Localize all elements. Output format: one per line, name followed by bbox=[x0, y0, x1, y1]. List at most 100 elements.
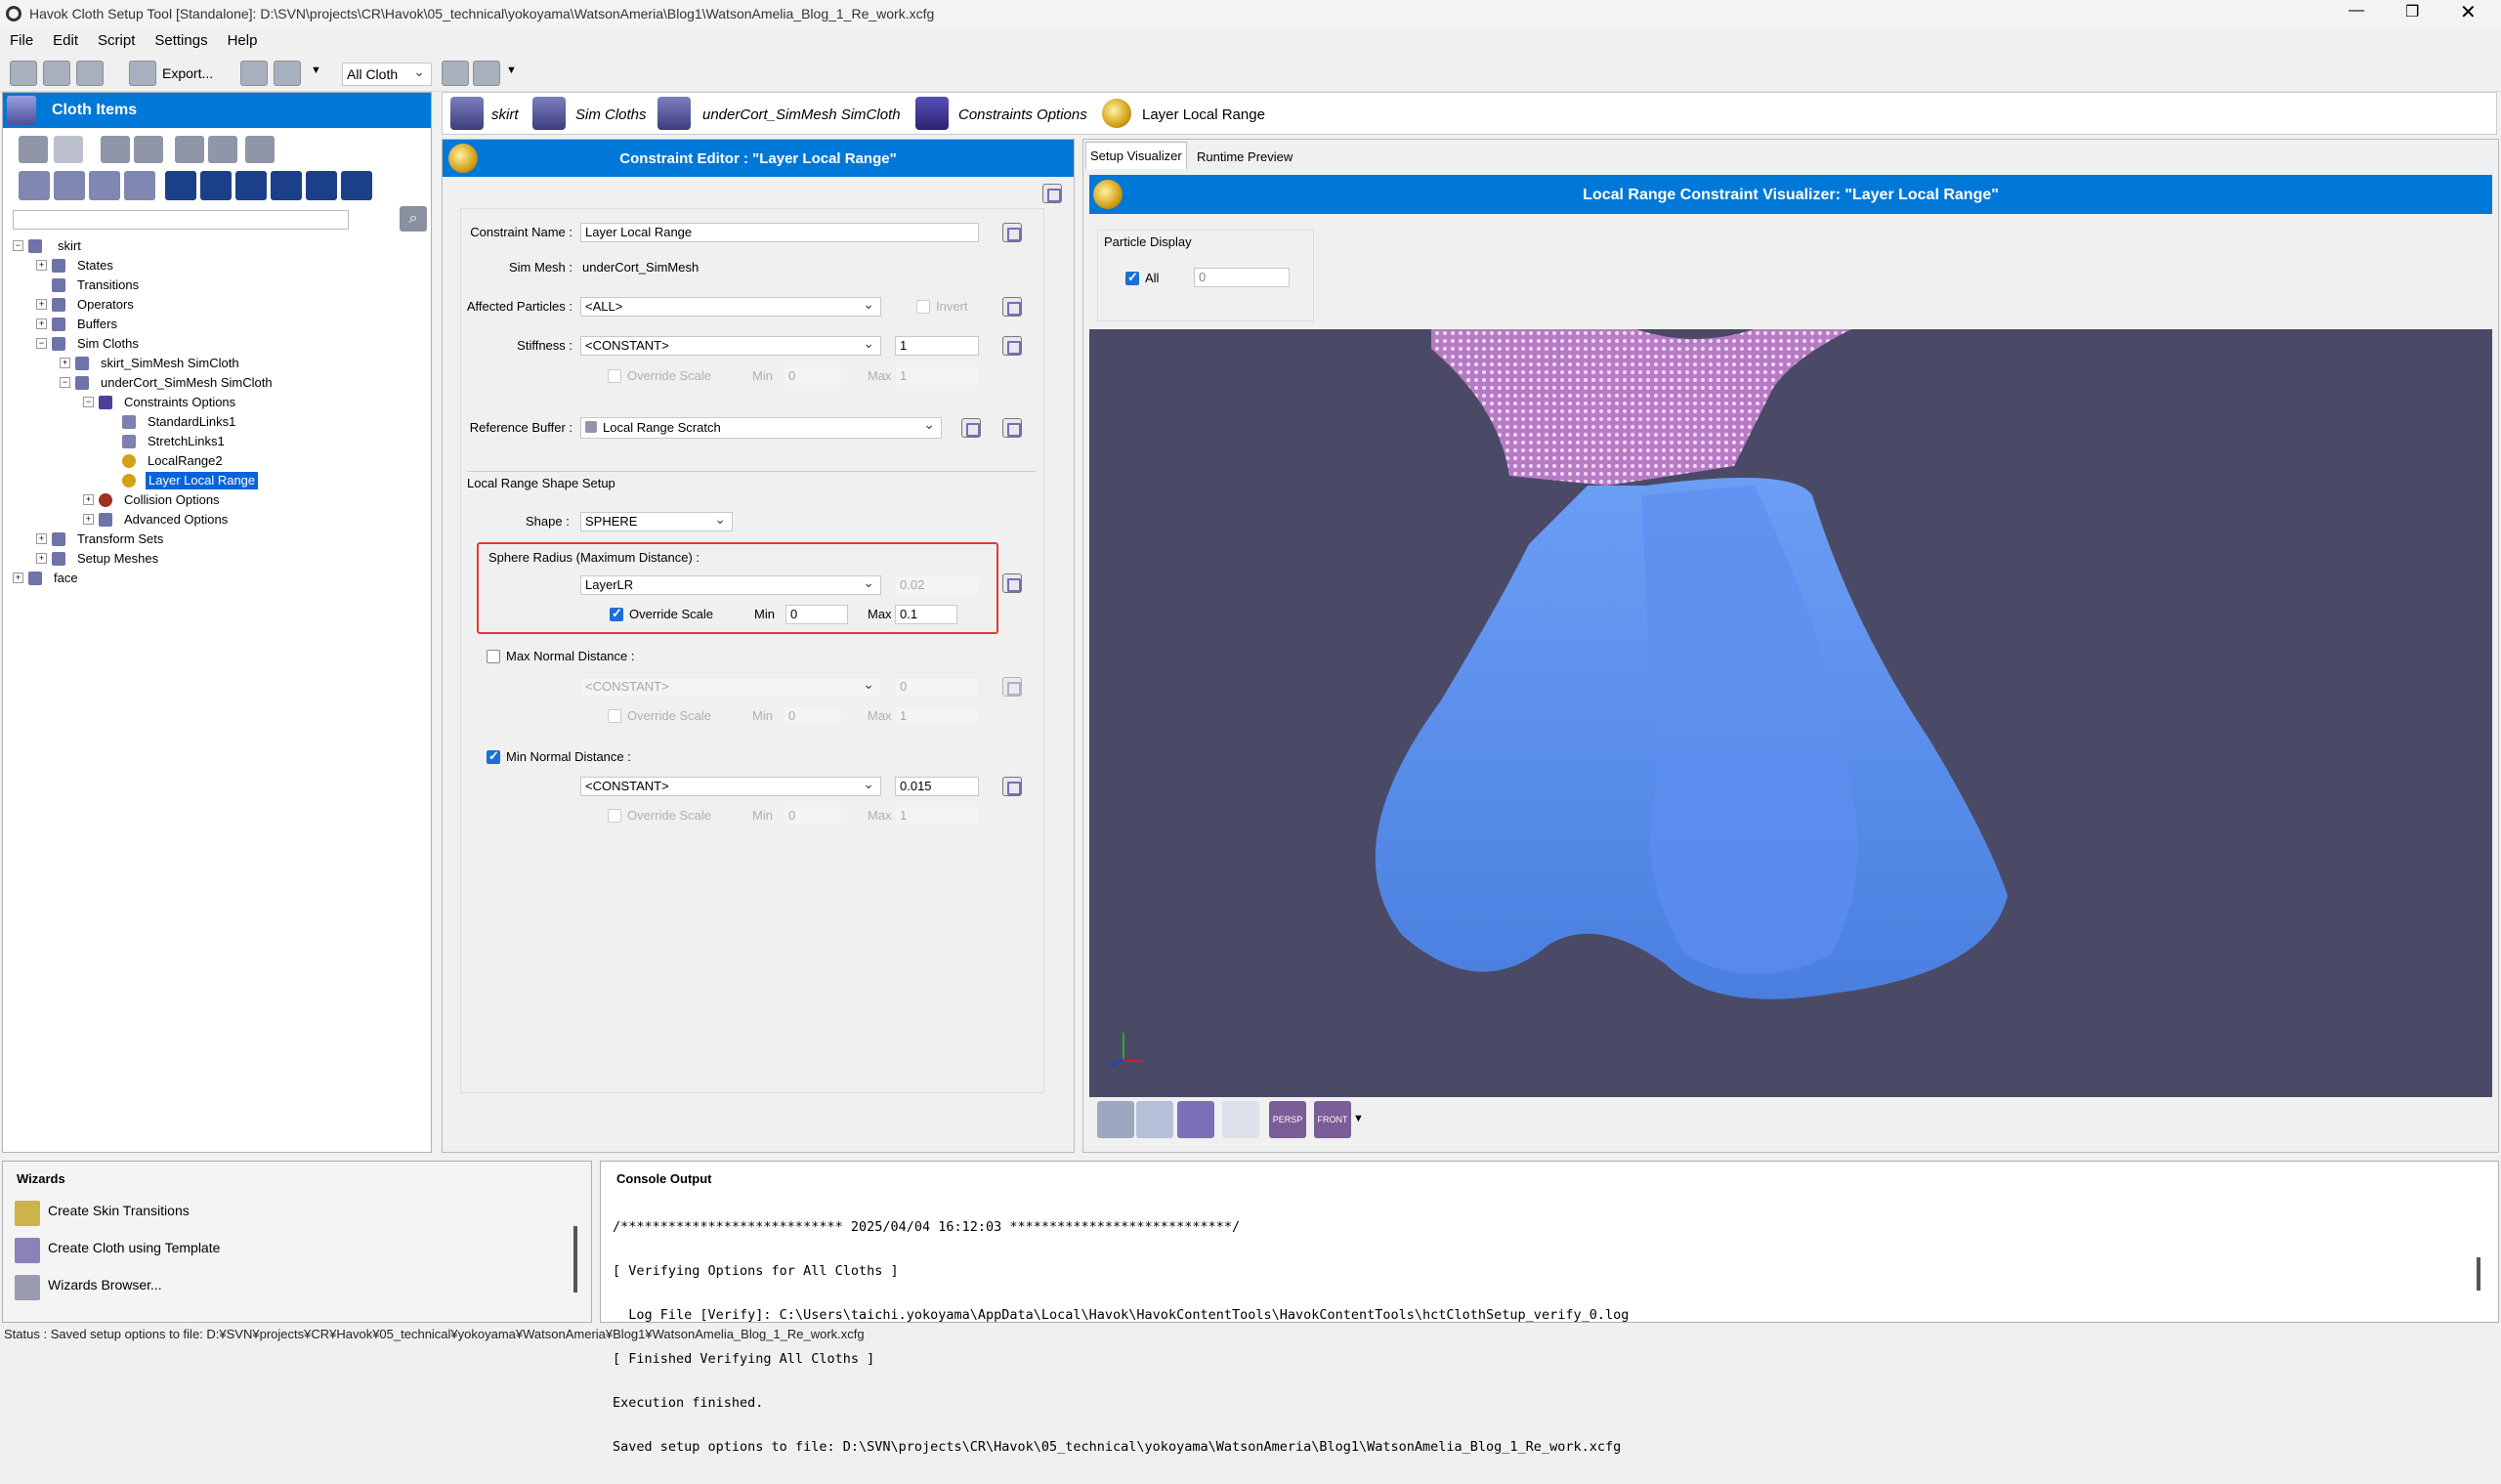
wizards-scrollbar[interactable] bbox=[573, 1226, 577, 1293]
chevron-down-icon[interactable]: ▼ bbox=[506, 64, 517, 76]
affected-particles-select[interactable]: <ALL> bbox=[580, 295, 881, 317]
skin-tool-icon[interactable] bbox=[54, 171, 85, 200]
min-normal-checkbox[interactable] bbox=[487, 748, 500, 764]
sphere-override-checkbox[interactable] bbox=[610, 606, 623, 621]
sphere-min-field[interactable]: 0 bbox=[785, 605, 848, 624]
stiffness-source-select[interactable]: <CONSTANT> bbox=[580, 334, 881, 356]
breadcrumb-layer-local-range[interactable]: Layer Local Range bbox=[1142, 106, 1265, 123]
menu-script[interactable]: Script bbox=[88, 29, 145, 52]
min-normal-source-select[interactable]: <CONSTANT> bbox=[580, 775, 881, 796]
tab-setup-visualizer[interactable]: Setup Visualizer bbox=[1085, 142, 1187, 169]
menu-file[interactable]: File bbox=[0, 29, 43, 52]
stiffness-max-field[interactable]: 1 bbox=[895, 366, 979, 386]
max-normal-checkbox[interactable] bbox=[487, 650, 500, 663]
gear-icon[interactable] bbox=[101, 136, 130, 163]
app-gear-icon bbox=[6, 6, 21, 21]
constraint-name-label: Constraint Name : bbox=[470, 225, 572, 239]
chevron-down-icon[interactable]: ▼ bbox=[1353, 1113, 1364, 1124]
rename-button[interactable] bbox=[1002, 223, 1022, 242]
new-item-icon[interactable] bbox=[134, 136, 163, 163]
mesh-tool-icon[interactable] bbox=[89, 171, 120, 200]
panel-options-button[interactable] bbox=[1042, 184, 1062, 203]
warning-icon[interactable] bbox=[442, 61, 469, 86]
cloth-tool-icon[interactable] bbox=[19, 171, 50, 200]
maximize-button[interactable]: ❐ bbox=[2405, 2, 2419, 21]
reference-buffer-select[interactable]: Local Range Scratch bbox=[580, 415, 942, 439]
max-normal-source-select[interactable]: <CONSTANT> bbox=[580, 675, 881, 697]
save-icon[interactable] bbox=[76, 61, 104, 86]
persp-button[interactable]: PERSP bbox=[1269, 1101, 1306, 1138]
visibility-icon[interactable] bbox=[200, 171, 232, 200]
max-normal-min-field[interactable]: 0 bbox=[784, 706, 842, 726]
display-icon[interactable] bbox=[473, 61, 500, 86]
constraint-editor-title: Constraint Editor : "Layer Local Range" bbox=[619, 150, 897, 167]
affected-particles-button[interactable] bbox=[1002, 297, 1022, 317]
min-normal-max-field[interactable]: 1 bbox=[895, 806, 979, 826]
undo-icon[interactable] bbox=[19, 136, 48, 163]
shape-select[interactable]: SPHERE bbox=[580, 510, 733, 531]
chevron-down-icon[interactable]: ▼ bbox=[311, 64, 321, 76]
invert-checkbox[interactable] bbox=[916, 300, 930, 314]
menu-settings[interactable]: Settings bbox=[145, 29, 217, 52]
breadcrumb-sim-cloths[interactable]: Sim Cloths bbox=[575, 106, 647, 123]
stiffness-override-checkbox[interactable] bbox=[608, 369, 621, 383]
export-button[interactable]: Export... bbox=[162, 65, 213, 81]
visualizer-title: Local Range Constraint Visualizer: "Laye… bbox=[1583, 187, 1999, 203]
visibility-icon[interactable] bbox=[165, 171, 196, 200]
breadcrumb-constraints-options[interactable]: Constraints Options bbox=[958, 106, 1087, 123]
visibility-icon[interactable] bbox=[271, 171, 302, 200]
buffer-new-button[interactable] bbox=[961, 418, 981, 438]
cloth-filter-select[interactable]: All Cloth bbox=[342, 61, 432, 86]
particle-spinbox[interactable]: 0 bbox=[1194, 268, 1290, 287]
open-folder-icon[interactable] bbox=[43, 61, 70, 86]
search-icon[interactable]: ⌕ bbox=[400, 206, 427, 232]
max-normal-value-field[interactable]: 0 bbox=[895, 677, 979, 697]
grid-icon[interactable] bbox=[1222, 1101, 1259, 1138]
min-normal-min-field[interactable]: 0 bbox=[784, 806, 842, 826]
redo-icon[interactable] bbox=[54, 136, 83, 163]
stiffness-value-field[interactable]: 1 bbox=[895, 336, 979, 356]
menu-help[interactable]: Help bbox=[218, 29, 268, 52]
minimize-button[interactable]: — bbox=[2349, 2, 2364, 20]
sphere-radius-value-field[interactable]: 0.02 bbox=[895, 575, 979, 595]
move-down-icon[interactable] bbox=[1136, 1101, 1173, 1138]
buffer-tool-icon[interactable] bbox=[124, 171, 155, 200]
visibility-icon[interactable] bbox=[306, 171, 337, 200]
export-icon[interactable] bbox=[129, 61, 156, 86]
close-button[interactable]: ✕ bbox=[2460, 0, 2477, 24]
breadcrumb-undercort[interactable]: underCort_SimMesh SimCloth bbox=[702, 106, 901, 123]
visibility-icon[interactable] bbox=[341, 171, 372, 200]
buffer-edit-button[interactable] bbox=[1002, 418, 1022, 438]
window-title: Havok Cloth Setup Tool [Standalone]: D:\… bbox=[29, 6, 935, 21]
tool-icon[interactable] bbox=[1097, 1101, 1134, 1138]
settings-icon[interactable] bbox=[274, 61, 301, 86]
menu-edit[interactable]: Edit bbox=[43, 29, 88, 52]
sphere-max-field[interactable]: 0.1 bbox=[895, 605, 957, 624]
mesh-view-icon[interactable] bbox=[1177, 1101, 1214, 1138]
min-normal-override-checkbox[interactable] bbox=[608, 809, 621, 823]
edit-icon[interactable] bbox=[240, 61, 268, 86]
visibility-icon[interactable] bbox=[235, 171, 267, 200]
stiffness-button[interactable] bbox=[1002, 336, 1022, 356]
delete-icon[interactable] bbox=[245, 136, 275, 163]
min-normal-button[interactable] bbox=[1002, 777, 1022, 796]
all-particles-checkbox[interactable] bbox=[1125, 270, 1139, 285]
edit-item-icon[interactable] bbox=[175, 136, 204, 163]
back-icon[interactable] bbox=[10, 61, 37, 86]
console-scrollbar[interactable] bbox=[2477, 1257, 2480, 1291]
min-normal-value-field[interactable]: 0.015 bbox=[895, 777, 979, 796]
tab-runtime-preview[interactable]: Runtime Preview bbox=[1193, 146, 1296, 168]
copy-icon[interactable] bbox=[208, 136, 237, 163]
viewport-3d[interactable] bbox=[1089, 329, 2492, 1097]
constraint-name-field[interactable]: Layer Local Range bbox=[580, 223, 979, 242]
min-normal-min-label: Min bbox=[752, 808, 773, 823]
sphere-radius-source-select[interactable]: LayerLR bbox=[580, 573, 881, 595]
max-normal-button[interactable] bbox=[1002, 677, 1022, 697]
breadcrumb-skirt[interactable]: skirt bbox=[491, 106, 519, 123]
max-normal-override-checkbox[interactable] bbox=[608, 709, 621, 723]
stiffness-min-field[interactable]: 0 bbox=[784, 366, 842, 386]
front-button[interactable]: FRONT bbox=[1314, 1101, 1351, 1138]
sphere-radius-button[interactable] bbox=[1002, 573, 1022, 593]
tree-search-input[interactable] bbox=[13, 210, 349, 230]
max-normal-max-field[interactable]: 1 bbox=[895, 706, 979, 726]
